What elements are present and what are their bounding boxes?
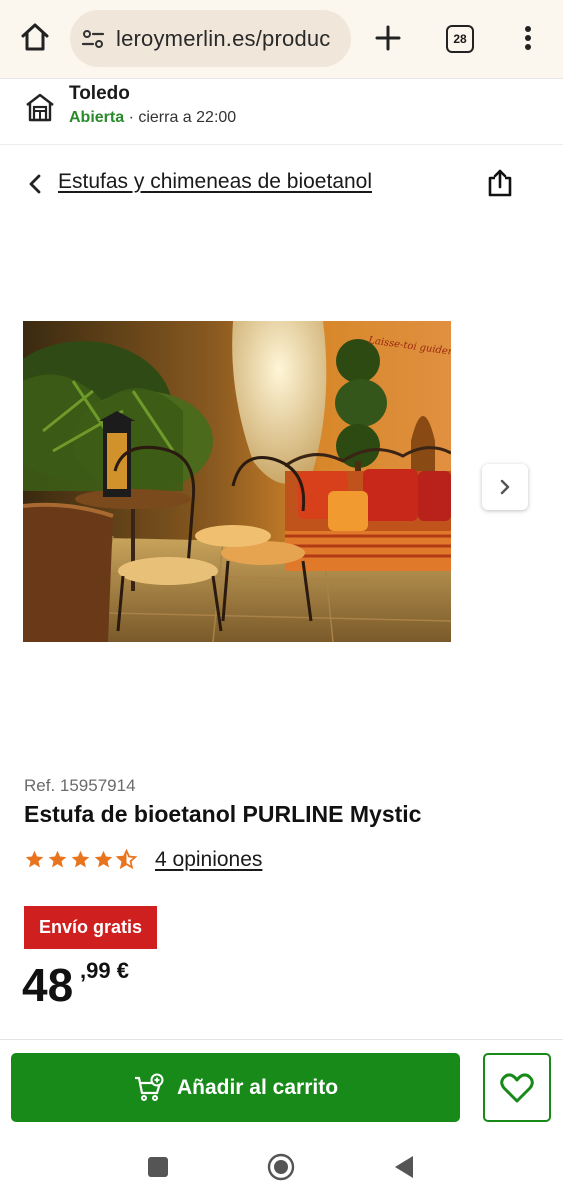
- chevron-left-icon[interactable]: [24, 172, 46, 196]
- heart-icon: [500, 1072, 534, 1102]
- star-full-icon: [25, 850, 44, 868]
- nav-back-icon[interactable]: [393, 1154, 415, 1180]
- cart-add-icon: [134, 1073, 164, 1101]
- address-bar[interactable]: leroymerlin.es/produc: [70, 10, 351, 67]
- reviews-link[interactable]: 4 opiniones: [155, 848, 262, 872]
- product-title: Estufa de bioetanol PURLINE Mystic: [24, 801, 422, 827]
- site-settings-icon[interactable]: [80, 26, 106, 52]
- store-open-label: Abierta: [69, 109, 125, 126]
- store-selector[interactable]: Toledo Abierta · cierra a 22:00: [0, 78, 563, 145]
- home-icon: [21, 23, 49, 51]
- tab-count: 28: [453, 32, 467, 46]
- more-menu-icon: [525, 26, 531, 50]
- home-button[interactable]: [18, 20, 52, 54]
- rating-stars[interactable]: [24, 849, 137, 870]
- nav-home-icon[interactable]: [267, 1153, 295, 1181]
- browser-toolbar: leroymerlin.es/produc 28: [0, 0, 563, 78]
- recents-icon[interactable]: [148, 1157, 168, 1177]
- product-ref: Ref. 15957914: [24, 776, 136, 795]
- url-text[interactable]: leroymerlin.es/produc: [116, 26, 331, 52]
- gallery-next-button[interactable]: [482, 464, 528, 510]
- share-icon[interactable]: [486, 168, 514, 198]
- system-nav-bar: [0, 1135, 563, 1200]
- star-half-icon: [116, 849, 137, 870]
- add-to-cart-button[interactable]: Añadir al carrito: [11, 1053, 460, 1122]
- tabs-count-icon[interactable]: 28: [446, 25, 474, 53]
- breadcrumb-link[interactable]: Estufas y chimeneas de bioetanol: [58, 170, 372, 194]
- store-status: Abierta · cierra a 22:00: [69, 109, 236, 127]
- product-photo: Laisse-toi guider par la lumière du soir: [23, 321, 451, 642]
- free-shipping-badge: Envío gratis: [24, 906, 157, 949]
- store-hours: · cierra a 22:00: [124, 109, 237, 126]
- product-image[interactable]: Laisse-toi guider par la lumière du soir: [23, 321, 451, 642]
- price-decimal: ,99 €: [80, 958, 129, 983]
- store-name: Toledo: [69, 83, 130, 104]
- purchase-bar: Añadir al carrito: [0, 1039, 563, 1135]
- add-to-cart-label: Añadir al carrito: [176, 1075, 339, 1099]
- wishlist-button[interactable]: [483, 1053, 551, 1122]
- star-full-icon: [48, 850, 67, 868]
- new-tab-button[interactable]: [372, 22, 404, 54]
- price-integer: 48: [22, 959, 74, 1011]
- star-full-icon: [71, 850, 90, 868]
- chevron-right-icon: [500, 479, 510, 495]
- new-tab-plus-icon: [375, 25, 401, 51]
- star-full-icon: [94, 850, 113, 868]
- more-menu-button[interactable]: [516, 22, 540, 54]
- store-icon: [26, 93, 54, 122]
